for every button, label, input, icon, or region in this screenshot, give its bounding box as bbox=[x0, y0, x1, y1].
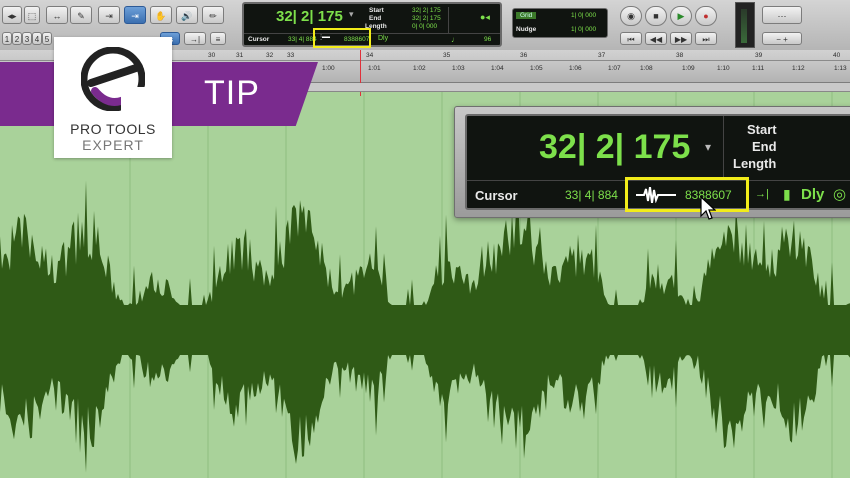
zoomed-length-label: Length bbox=[733, 156, 777, 171]
counter-rule bbox=[244, 33, 500, 34]
track-ops-button[interactable]: ⋯ bbox=[762, 6, 802, 24]
counter-divider bbox=[448, 7, 449, 33]
bar-marker-33: 33 bbox=[287, 52, 295, 59]
smart-tool-button[interactable]: ⇥ bbox=[124, 6, 146, 24]
time-marker-1-00: 1:00 bbox=[322, 65, 335, 72]
nudge-value[interactable]: 1| 0| 000 bbox=[571, 26, 596, 33]
mirror-button[interactable]: ≡ bbox=[210, 32, 226, 45]
start-label: Start bbox=[369, 7, 384, 14]
stop-button[interactable]: ■ bbox=[645, 6, 667, 26]
time-marker-1-04: 1:04 bbox=[491, 65, 504, 72]
zoomed-cursor-label: Cursor bbox=[475, 188, 518, 203]
end-value[interactable]: 32| 2| 175 bbox=[412, 15, 441, 22]
tip-label: TIP bbox=[204, 74, 260, 112]
nudge-button-1[interactable]: 1 bbox=[2, 32, 12, 45]
zoom-buttons[interactable]: − + bbox=[762, 32, 802, 45]
pencil-tool-button[interactable]: ✏ bbox=[202, 6, 224, 24]
zoom-toggle-button[interactable]: ⬚ bbox=[24, 6, 40, 24]
counter-dropdown-icon[interactable]: ▾ bbox=[349, 9, 354, 20]
end-label: End bbox=[369, 15, 382, 22]
bar-marker-34: 34 bbox=[366, 52, 374, 59]
tempo-icon[interactable]: ♩ bbox=[451, 35, 459, 44]
tempo-value[interactable]: 96 bbox=[484, 36, 491, 43]
waveform-icon: ⫶━ bbox=[320, 33, 330, 42]
logo-e-icon bbox=[81, 47, 145, 111]
zoomed-sample-highlight-box bbox=[625, 177, 749, 212]
level-meter-bar bbox=[741, 9, 747, 43]
time-marker-1-12: 1:12 bbox=[792, 65, 805, 72]
zoomed-tempo-icon[interactable]: ◎ bbox=[833, 185, 846, 203]
zoomed-waveform-icon bbox=[636, 187, 676, 203]
logo-text-expert: EXPERT bbox=[82, 137, 144, 153]
bar-marker-38: 38 bbox=[676, 52, 684, 59]
nudge-button-2[interactable]: 2 bbox=[12, 32, 22, 45]
bar-marker-37: 37 bbox=[598, 52, 606, 59]
bar-marker-31: 31 bbox=[236, 52, 244, 59]
zoomed-end-label: End bbox=[752, 139, 777, 154]
time-marker-1-01: 1:01 bbox=[368, 65, 381, 72]
dly-label[interactable]: Dly bbox=[378, 35, 388, 42]
pro-tools-expert-logo: PRO TOOLS EXPERT bbox=[54, 37, 172, 158]
time-marker-1-13: 1:13 bbox=[834, 65, 847, 72]
logo-text-pro-tools: PRO TOOLS bbox=[70, 121, 156, 137]
level-meter bbox=[735, 2, 755, 48]
tab-to-transient-button[interactable]: →| bbox=[184, 32, 206, 45]
zoomed-main-counter[interactable]: 32| 2| 175 bbox=[539, 128, 690, 167]
grid-value[interactable]: 1| 0| 000 bbox=[571, 12, 596, 19]
bar-marker-30: 30 bbox=[208, 52, 216, 59]
start-value[interactable]: 32| 2| 175 bbox=[412, 7, 441, 14]
zoomed-counter-divider bbox=[723, 116, 724, 178]
time-marker-1-11: 1:11 bbox=[752, 65, 765, 72]
speaker-tool-button[interactable]: 🔊 bbox=[176, 6, 198, 24]
rewind-button[interactable]: ◀◀ bbox=[645, 32, 667, 45]
waveform-shape bbox=[0, 180, 850, 473]
time-marker-1-05: 1:05 bbox=[530, 65, 543, 72]
grid-label[interactable]: Grid bbox=[516, 12, 537, 19]
time-marker-1-06: 1:06 bbox=[569, 65, 582, 72]
main-counter-panel: 32| 2| 175 ▾ Start End Length 32| 2| 175… bbox=[242, 2, 502, 47]
bar-marker-40: 40 bbox=[833, 52, 841, 59]
nudge-button-5[interactable]: 5 bbox=[42, 32, 52, 45]
time-marker-1-10: 1:10 bbox=[717, 65, 730, 72]
zoomed-cursor-value: 33| 4| 884 bbox=[565, 188, 618, 202]
trim-tool-button[interactable]: ↔ bbox=[46, 6, 68, 24]
sample-highlight-box: ⫶━ bbox=[313, 28, 371, 48]
nudge-label[interactable]: Nudge bbox=[516, 26, 536, 33]
grabber-tool-button[interactable]: ✎ bbox=[70, 6, 92, 24]
zoomed-start-label: Start bbox=[747, 122, 777, 137]
zoom-preset-button[interactable]: ◂▸ bbox=[2, 6, 22, 24]
length-value[interactable]: 0| 0| 000 bbox=[412, 23, 437, 30]
time-marker-1-08: 1:08 bbox=[640, 65, 653, 72]
return-to-zero-button[interactable]: ⏮ bbox=[620, 32, 642, 45]
grid-nudge-panel: Grid 1| 0| 000 Nudge 1| 0| 000 bbox=[512, 8, 608, 38]
pre-roll-icon[interactable]: ●◂ bbox=[480, 12, 490, 23]
bar-marker-36: 36 bbox=[520, 52, 528, 59]
nudge-button-3[interactable]: 3 bbox=[22, 32, 32, 45]
mouse-cursor-icon bbox=[700, 196, 716, 220]
zoomed-doc-icon[interactable]: ▮ bbox=[783, 186, 791, 203]
cursor-label: Cursor bbox=[248, 36, 270, 43]
bar-marker-39: 39 bbox=[755, 52, 763, 59]
bar-marker-32: 32 bbox=[266, 52, 274, 59]
fast-forward-button[interactable]: ▶▶ bbox=[670, 32, 692, 45]
online-button[interactable]: ◉ bbox=[620, 6, 642, 26]
zoomed-tab-icon[interactable]: →| bbox=[755, 188, 769, 200]
time-marker-1-02: 1:02 bbox=[413, 65, 426, 72]
time-marker-1-09: 1:09 bbox=[682, 65, 695, 72]
zoomed-counter-dropdown-icon[interactable]: ▾ bbox=[705, 140, 711, 154]
nudge-button-4[interactable]: 4 bbox=[32, 32, 42, 45]
zoomed-dly-label[interactable]: Dly bbox=[801, 186, 824, 203]
hand-tool-button[interactable]: ✋ bbox=[150, 6, 172, 24]
bar-marker-35: 35 bbox=[443, 52, 451, 59]
selector-tool-button[interactable]: ⇥ bbox=[98, 6, 120, 24]
go-to-end-button[interactable]: ⏭ bbox=[695, 32, 717, 45]
play-button[interactable]: ▶ bbox=[670, 6, 692, 26]
time-marker-1-07: 1:07 bbox=[608, 65, 621, 72]
main-counter-value[interactable]: 32| 2| 175 bbox=[276, 8, 343, 25]
time-marker-1-03: 1:03 bbox=[452, 65, 465, 72]
record-button[interactable]: ● bbox=[695, 6, 717, 26]
